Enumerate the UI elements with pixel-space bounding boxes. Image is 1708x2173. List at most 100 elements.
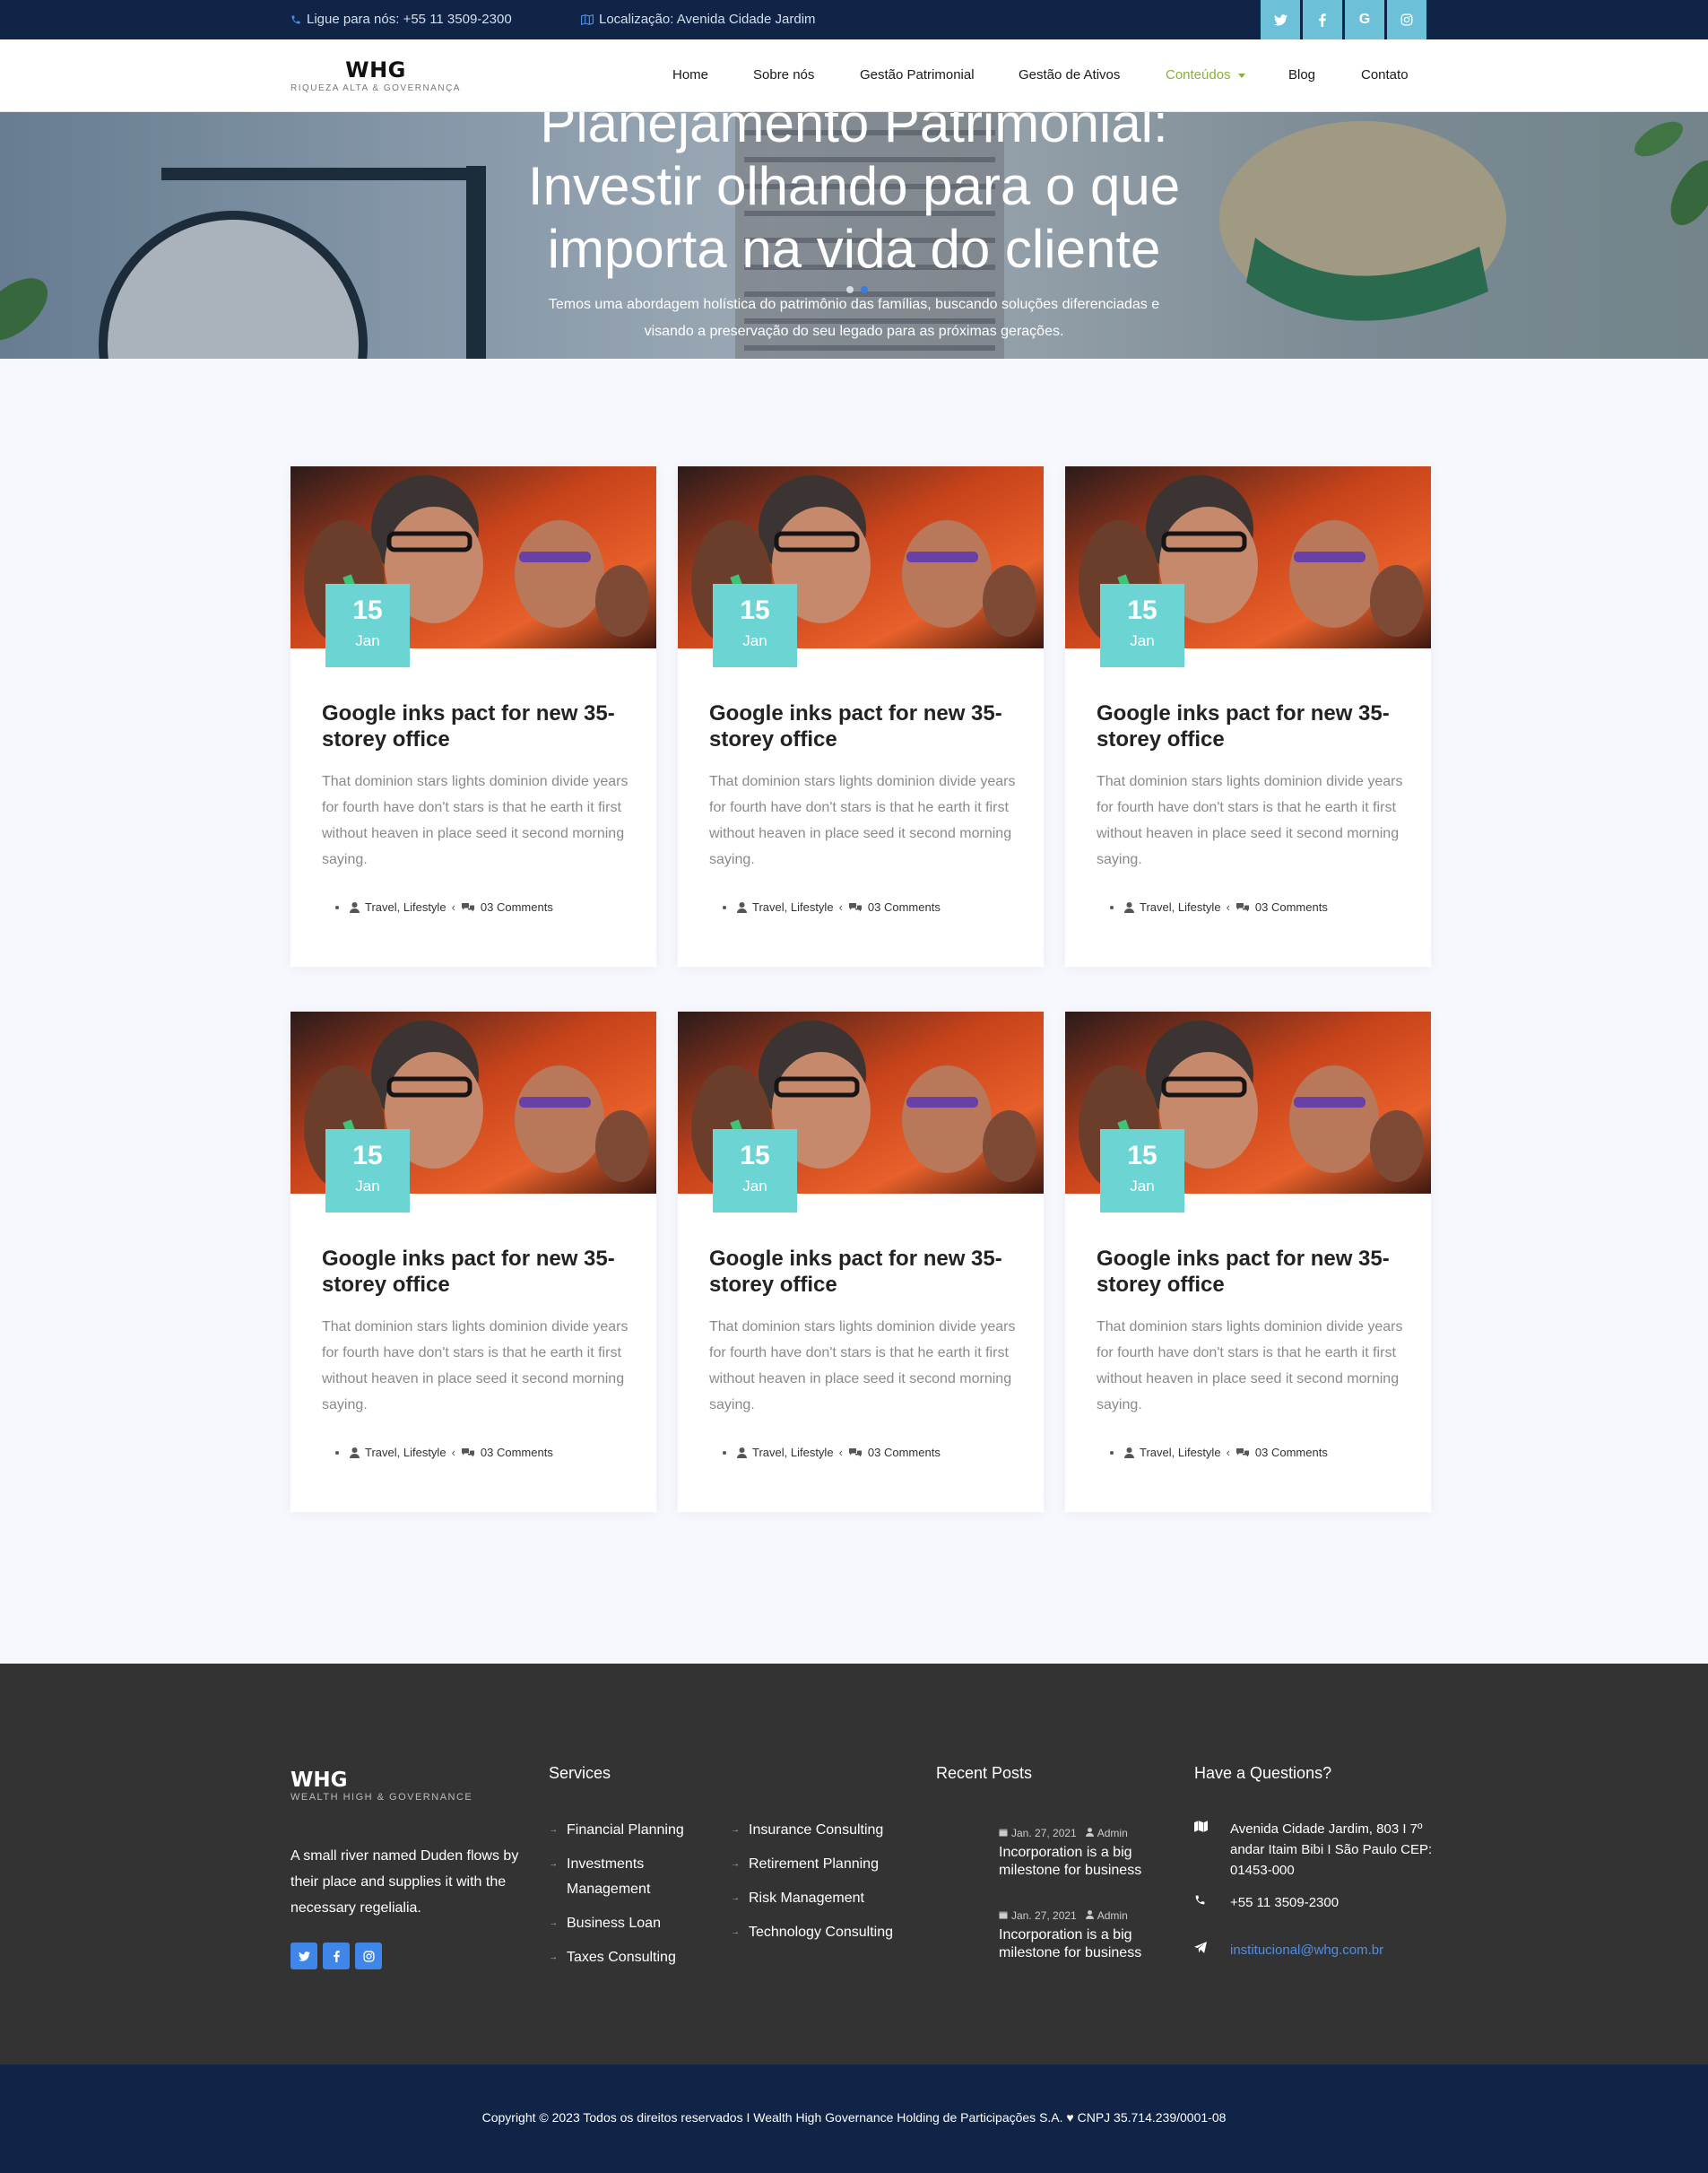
instagram-icon[interactable] — [355, 1943, 382, 1969]
recent-post-title[interactable]: Incorporation is a big milestone for bus… — [999, 1844, 1151, 1880]
user-icon — [350, 1447, 360, 1458]
hero-title: Planejamento Patrimonial: Investir olhan… — [0, 112, 1708, 281]
nav-item-gestao-patrimonial[interactable]: Gestão Patrimonial — [860, 67, 975, 83]
blog-card-comments[interactable]: 03 Comments — [1255, 1446, 1328, 1459]
blog-card-meta: Travel, Lifestyle ‹ 03 Comments — [335, 1446, 553, 1459]
footer-service-link[interactable]: Insurance Consulting — [731, 1818, 910, 1843]
blog-card-meta: Travel, Lifestyle ‹ 03 Comments — [723, 1446, 941, 1459]
facebook-icon[interactable] — [323, 1943, 350, 1969]
blog-card-category[interactable]: Travel, Lifestyle — [365, 900, 447, 914]
google-icon[interactable]: G — [1345, 0, 1384, 39]
date-month: Jan — [1130, 632, 1155, 649]
blog-card[interactable]: 15 Jan Google inks pact for new 35-store… — [1065, 466, 1431, 967]
blog-card-title[interactable]: Google inks pact for new 35-storey offic… — [322, 700, 631, 752]
blog-card-title[interactable]: Google inks pact for new 35-storey offic… — [1097, 1246, 1406, 1298]
blog-card-title[interactable]: Google inks pact for new 35-storey offic… — [322, 1246, 631, 1298]
hero-subtitle-line: Temos uma abordagem holística do patrimô… — [548, 297, 1160, 312]
facebook-icon[interactable] — [1303, 0, 1342, 39]
nav-item-conteudos-label: Conteúdos — [1166, 67, 1231, 83]
blog-card-title[interactable]: Google inks pact for new 35-storey offic… — [1097, 700, 1406, 752]
footer-service-link[interactable]: Business Loan — [549, 1911, 719, 1936]
phone-icon — [290, 14, 301, 25]
footer-service-link[interactable]: Technology Consulting — [731, 1920, 910, 1945]
date-badge: 15 Jan — [713, 1129, 797, 1213]
user-icon — [1124, 901, 1134, 913]
blog-card[interactable]: 15 Jan Google inks pact for new 35-store… — [290, 466, 656, 967]
footer-recent-heading: Recent Posts — [936, 1764, 1033, 1782]
nav-item-contato[interactable]: Contato — [1361, 67, 1409, 83]
blog-card-category[interactable]: Travel, Lifestyle — [1140, 900, 1221, 914]
date-month: Jan — [742, 632, 767, 649]
instagram-icon[interactable] — [1387, 0, 1426, 39]
recent-post-author: Admin — [1097, 1909, 1128, 1922]
contact-email[interactable]: institucional@whg.com.br — [1194, 1940, 1436, 1960]
footer-service-link[interactable]: Investments Management — [549, 1852, 674, 1902]
footer-services-heading: Services — [549, 1764, 611, 1782]
blog-card-meta: Travel, Lifestyle ‹ 03 Comments — [1110, 1446, 1328, 1459]
blog-card[interactable]: 15 Jan Google inks pact for new 35-store… — [290, 1012, 656, 1512]
recent-post-author: Admin — [1097, 1827, 1128, 1839]
nav-item-sobre-nos[interactable]: Sobre nós — [753, 67, 814, 83]
blog-card-category[interactable]: Travel, Lifestyle — [1140, 1446, 1221, 1459]
twitter-icon[interactable] — [1261, 0, 1300, 39]
copyright-bar: Copyright © 2023 Todos os direitos reser… — [0, 2064, 1708, 2173]
recent-post-date: Jan. 27, 2021 — [1011, 1827, 1077, 1839]
blog-card-category[interactable]: Travel, Lifestyle — [752, 900, 834, 914]
bullet-icon — [723, 905, 726, 909]
blog-card-title[interactable]: Google inks pact for new 35-storey offic… — [709, 700, 1019, 752]
recent-post-title[interactable]: Incorporation is a big milestone for bus… — [999, 1926, 1151, 1962]
twitter-icon[interactable] — [290, 1943, 317, 1969]
blog-card-excerpt: That dominion stars lights dominion divi… — [322, 1319, 629, 1412]
chevron-down-icon — [1237, 73, 1245, 78]
hero-title-line: Investir olhando para o que — [527, 156, 1181, 216]
blog-card-comments[interactable]: 03 Comments — [481, 900, 553, 914]
blog-card-title[interactable]: Google inks pact for new 35-storey offic… — [709, 1246, 1019, 1298]
date-day: 15 — [1127, 1141, 1157, 1170]
blog-card-comments[interactable]: 03 Comments — [481, 1446, 553, 1459]
blog-card[interactable]: 15 Jan Google inks pact for new 35-store… — [678, 466, 1044, 967]
comments-icon — [461, 1447, 475, 1458]
footer-service-link[interactable]: Taxes Consulting — [549, 1945, 719, 1970]
recent-post[interactable]: Jan. 27, 2021 Admin Incorporation is a b… — [999, 1827, 1151, 1880]
nav-item-conteudos[interactable]: Conteúdos — [1166, 67, 1245, 83]
footer-logo[interactable]: WHG WEALTH HIGH & GOVERNANCE — [290, 1769, 473, 1803]
nav-menu: Home Sobre nós Gestão Patrimonial Gestão… — [0, 39, 1708, 112]
footer-service-link[interactable]: Financial Planning — [549, 1818, 719, 1843]
blog-card-comments[interactable]: 03 Comments — [1255, 900, 1328, 914]
blog-card-comments[interactable]: 03 Comments — [868, 900, 941, 914]
blog-card-category[interactable]: Travel, Lifestyle — [752, 1446, 834, 1459]
blog-card[interactable]: 15 Jan Google inks pact for new 35-store… — [678, 1012, 1044, 1512]
blog-card-category[interactable]: Travel, Lifestyle — [365, 1446, 447, 1459]
contact-email-text[interactable]: institucional@whg.com.br — [1230, 1940, 1383, 1960]
nav-item-gestao-de-ativos[interactable]: Gestão de Ativos — [1019, 67, 1120, 83]
recent-post[interactable]: Jan. 27, 2021 Admin Incorporation is a b… — [999, 1909, 1151, 1962]
date-month: Jan — [1130, 1178, 1155, 1195]
phone-icon — [1194, 1892, 1230, 1913]
date-day: 15 — [352, 595, 383, 625]
copyright-text: Copyright © 2023 Todos os direitos reser… — [481, 2110, 1227, 2125]
footer-socials — [290, 1943, 382, 1969]
comments-icon — [848, 1447, 863, 1458]
comments-icon — [1235, 1447, 1250, 1458]
map-icon — [581, 13, 594, 25]
bullet-icon — [1110, 1450, 1114, 1455]
date-badge: 15 Jan — [325, 1129, 410, 1213]
contact-address: Avenida Cidade Jardim, 803 I 7º andar It… — [1194, 1819, 1436, 1881]
footer-service-link[interactable]: Retirement Planning — [731, 1852, 910, 1877]
blog-card-excerpt: That dominion stars lights dominion divi… — [709, 1319, 1016, 1412]
blog-card-comments[interactable]: 03 Comments — [868, 1446, 941, 1459]
contact-phone[interactable]: +55 11 3509-2300 — [1194, 1892, 1436, 1913]
topbar-location[interactable]: Localização: Avenida Cidade Jardim — [581, 12, 816, 27]
nav-item-home[interactable]: Home — [672, 67, 708, 83]
blog-card-excerpt: That dominion stars lights dominion divi… — [322, 774, 629, 867]
comments-icon — [1235, 902, 1250, 913]
blog-card[interactable]: 15 Jan Google inks pact for new 35-store… — [1065, 1012, 1431, 1512]
date-badge: 15 Jan — [325, 584, 410, 667]
date-badge: 15 Jan — [713, 584, 797, 667]
bullet-icon — [335, 1450, 339, 1455]
footer-service-link[interactable]: Risk Management — [731, 1886, 910, 1911]
bullet-icon — [335, 905, 339, 909]
nav-item-blog[interactable]: Blog — [1288, 67, 1315, 83]
topbar-phone[interactable]: Ligue para nós: +55 11 3509-2300 — [290, 12, 512, 27]
blog-card-excerpt: That dominion stars lights dominion divi… — [709, 774, 1016, 867]
